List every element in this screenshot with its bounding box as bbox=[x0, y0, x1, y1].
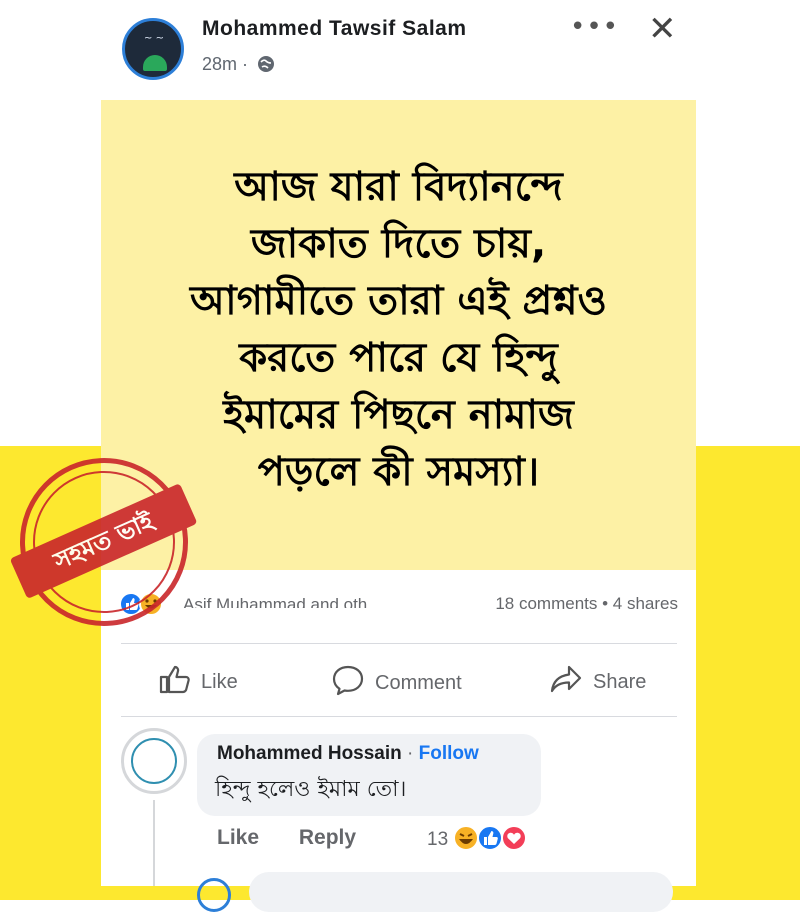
share-arrow-icon bbox=[549, 664, 583, 700]
comment-author[interactable]: Mohammed Hossain bbox=[217, 743, 402, 760]
share-label: Share bbox=[593, 670, 647, 693]
divider bbox=[121, 643, 677, 644]
reply-avatar bbox=[197, 878, 231, 912]
avatar-calligraphy: ~ ~ bbox=[144, 33, 164, 44]
post-text-line: আজ যারা বিদ্যানন্দে bbox=[234, 164, 563, 210]
follow-button[interactable]: Follow bbox=[419, 743, 479, 760]
share-button[interactable]: Share bbox=[549, 664, 646, 700]
reactor-names[interactable]: Asif Muhammad and oth... bbox=[183, 594, 381, 608]
comment-text: হিন্দু হলেও ইমাম তো। bbox=[215, 777, 407, 802]
globe-icon bbox=[257, 55, 275, 78]
post-text-line: করতে পারে যে হিন্দু bbox=[239, 335, 558, 381]
post-text-background: আজ যারা বিদ্যানন্দে জাকাত দিতে চায়, আগা… bbox=[101, 100, 696, 570]
commenter-avatar[interactable] bbox=[121, 728, 187, 794]
like-label: Like bbox=[201, 670, 238, 693]
post-time-text: 28m · bbox=[202, 54, 249, 74]
post-time: 28m · bbox=[202, 54, 275, 78]
comment-reactions[interactable]: 13 bbox=[427, 824, 532, 856]
post-header: ~ ~ Mohammed Tawsif Salam 28m · ••• ✕ bbox=[0, 0, 800, 100]
comment-reaction-count: 13 bbox=[427, 829, 449, 850]
comments-shares-count[interactable]: 18 comments • 4 shares bbox=[495, 594, 678, 614]
author-avatar[interactable]: ~ ~ bbox=[122, 18, 184, 80]
comment-author-line: Mohammed Hossain · Follow bbox=[217, 740, 479, 760]
reply-composer bbox=[197, 872, 677, 912]
comment-like-button[interactable]: Like bbox=[217, 826, 259, 849]
comment-actions: Like Reply bbox=[217, 826, 356, 850]
post-text-line: ইমামের পিছনে নামাজ bbox=[223, 392, 574, 438]
comment-separator: · bbox=[401, 743, 419, 760]
thumbs-up-icon bbox=[159, 664, 191, 700]
author-name[interactable]: Mohammed Tawsif Salam bbox=[202, 14, 467, 36]
comment-bubble: Mohammed Hossain · Follow হিন্দু হলেও ইম… bbox=[197, 734, 541, 816]
comment-label: Comment bbox=[375, 671, 462, 694]
like-button[interactable]: Like bbox=[159, 664, 238, 700]
post-actions: Like Comment Share bbox=[101, 656, 696, 708]
laugh-like-love-icons bbox=[452, 824, 532, 856]
reactions-summary[interactable]: Asif Muhammad and oth... 18 comments • 4… bbox=[101, 584, 696, 624]
more-options-icon[interactable]: ••• bbox=[570, 12, 619, 42]
comment-thread-line bbox=[153, 800, 155, 886]
post-text: আজ যারা বিদ্যানন্দে জাকাত দিতে চায়, আগা… bbox=[119, 159, 679, 501]
post-text-line: জাকাত দিতে চায়, bbox=[250, 221, 547, 267]
reply-input[interactable] bbox=[249, 872, 673, 912]
divider bbox=[121, 716, 677, 717]
commenter-avatar-logo bbox=[131, 738, 177, 784]
stamp-label: সহমত ভাই bbox=[9, 483, 198, 600]
close-icon[interactable]: ✕ bbox=[648, 12, 677, 46]
comment-bubble-icon bbox=[331, 664, 365, 702]
comment-button[interactable]: Comment bbox=[331, 664, 462, 702]
comment-reply-button[interactable]: Reply bbox=[299, 826, 356, 849]
avatar-mosque-dome bbox=[143, 55, 167, 71]
post-text-line: আগামীতে তারা এই প্রশ্নও bbox=[190, 278, 607, 324]
post-card: আজ যারা বিদ্যানন্দে জাকাত দিতে চায়, আগা… bbox=[101, 100, 696, 912]
post-text-line: পড়লে কী সমস্যা। bbox=[257, 449, 540, 495]
